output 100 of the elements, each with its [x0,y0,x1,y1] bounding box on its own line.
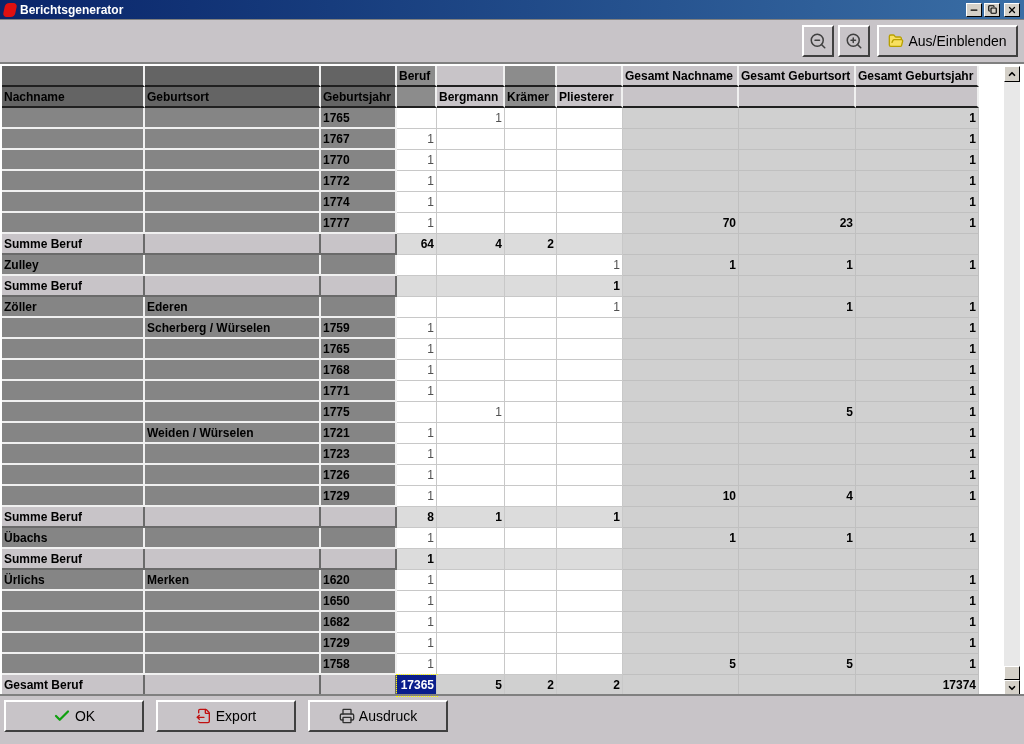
table-cell: 1 [397,528,437,549]
table-cell: 1 [856,150,979,171]
table-cell: 1 [856,297,979,318]
table-cell: 1777 [321,213,397,234]
close-button[interactable] [1004,2,1020,17]
table-cell: 1 [557,297,623,318]
export-button[interactable]: Export [156,700,296,732]
table-cell: 1 [397,654,437,675]
table-cell [505,549,557,570]
table-cell [557,549,623,570]
table-cell [437,654,505,675]
table-cell: 1 [397,486,437,507]
zoom-in-button[interactable] [838,25,870,57]
column-header: Gesamt Geburtsort [739,66,856,87]
table-cell: 1770 [321,150,397,171]
table-cell: Summe Beruf [2,234,145,255]
table-cell [505,591,557,612]
table-cell: 1 [557,276,623,297]
table-cell [557,423,623,444]
selected-cell: 17365 [397,675,437,696]
scroll-thumb[interactable] [1004,666,1020,680]
table-cell [557,633,623,654]
table-cell [557,570,623,591]
table-cell: 1 [739,297,856,318]
table-cell [437,549,505,570]
table-cell [505,654,557,675]
table-cell: 2 [557,675,623,696]
table-cell [557,213,623,234]
minimize-button[interactable] [966,2,982,17]
table-cell [505,570,557,591]
scroll-up-button[interactable] [1004,66,1020,82]
zoom-out-icon [809,32,827,50]
table-cell [505,381,557,402]
table-cell [437,612,505,633]
vertical-scrollbar[interactable] [1004,66,1020,696]
show-hide-button[interactable]: Aus/Einblenden [877,25,1018,57]
table-cell [437,213,505,234]
table-cell: 1620 [321,570,397,591]
table-cell: Gesamt Beruf [2,675,145,696]
table-cell: 1 [397,423,437,444]
zoom-out-button[interactable] [802,25,834,57]
table-cell: 1729 [321,633,397,654]
restore-button[interactable] [984,2,1000,17]
table-cell: 1 [856,255,979,276]
table-cell [437,276,505,297]
table-cell: 1 [856,612,979,633]
table-cell [557,339,623,360]
table-cell: 1 [856,633,979,654]
column-header: Geburtsjahr [321,87,397,108]
table-cell: Summe Beruf [2,276,145,297]
table-cell [505,297,557,318]
table-cell [557,108,623,129]
table-cell: 1 [397,570,437,591]
print-button[interactable]: Ausdruck [308,700,448,732]
table-cell: 17374 [856,675,979,696]
table-cell [437,255,505,276]
table-cell: 5 [623,654,739,675]
table-cell [437,591,505,612]
table-cell [505,192,557,213]
table-cell [505,402,557,423]
column-header: Nachname [2,87,145,108]
window-title: Berichtsgenerator [20,1,124,19]
table-cell: Zulley [2,255,145,276]
table-cell: 8 [397,507,437,528]
table-cell [557,150,623,171]
column-header: Gesamt Geburtsjahr [856,66,979,87]
table-cell: 1 [856,444,979,465]
table-cell: 1765 [321,339,397,360]
table-cell: 1 [397,591,437,612]
table-cell [557,129,623,150]
table-cell: 1 [397,339,437,360]
table-cell: 1 [856,339,979,360]
table-cell [437,633,505,654]
table-cell [437,528,505,549]
table-cell [557,654,623,675]
table-cell: 1729 [321,486,397,507]
table-cell [505,171,557,192]
table-cell [505,339,557,360]
table-cell [505,129,557,150]
table-cell: Summe Beruf [2,507,145,528]
table-cell [437,423,505,444]
column-header: Bergmann [437,87,505,108]
table-cell: 1 [437,402,505,423]
table-cell: 1768 [321,360,397,381]
table-cell: Übachs [2,528,145,549]
table-cell: 5 [437,675,505,696]
column-header: Gesamt Nachname [623,66,739,87]
table-cell: 1 [856,528,979,549]
table-cell: 1 [397,192,437,213]
table-cell: 1 [437,108,505,129]
table-cell: Zöller [2,297,145,318]
table-cell: 1 [856,465,979,486]
column-header: Beruf [397,66,437,87]
table-cell [505,108,557,129]
folder-icon [888,33,905,49]
table-cell: 1723 [321,444,397,465]
table-cell [437,192,505,213]
table-cell: Weiden / Würselen [145,423,321,444]
table-cell [557,612,623,633]
ok-button[interactable]: OK [4,700,144,732]
